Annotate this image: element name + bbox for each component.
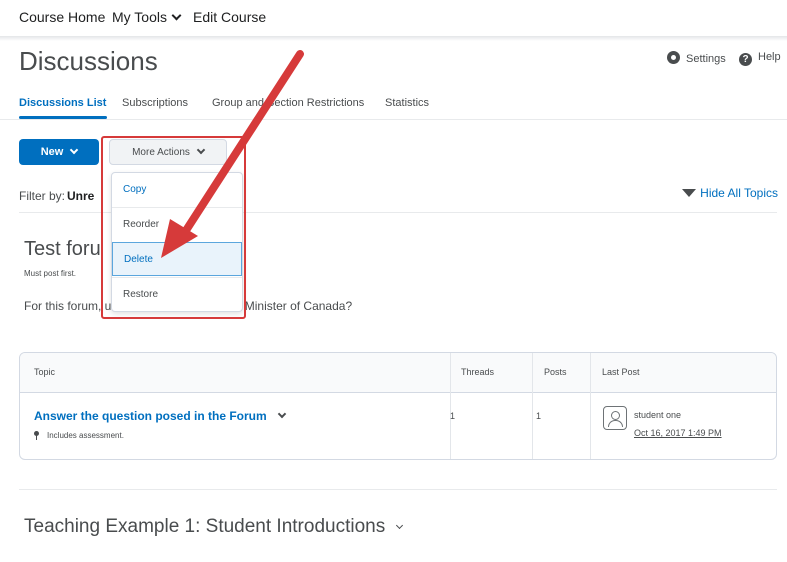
pin-icon bbox=[34, 431, 39, 440]
column-header-posts: Posts bbox=[544, 367, 567, 377]
help-link[interactable]: ? Help bbox=[739, 51, 781, 66]
filter-label: Filter by: bbox=[19, 189, 66, 203]
help-label: Help bbox=[758, 51, 781, 63]
tab-discussions-list[interactable]: Discussions List bbox=[19, 97, 106, 109]
chevron-down-icon[interactable] bbox=[277, 409, 286, 419]
avatar-icon bbox=[603, 406, 627, 430]
tab-subscriptions[interactable]: Subscriptions bbox=[122, 97, 188, 109]
settings-label: Settings bbox=[686, 53, 726, 65]
table-header bbox=[20, 353, 776, 393]
nav-my-tools-label: My Tools bbox=[112, 9, 167, 25]
chevron-down-icon bbox=[171, 10, 182, 21]
forum-title[interactable]: Test foru bbox=[24, 238, 101, 261]
hide-all-topics-label: Hide All Topics bbox=[700, 186, 778, 200]
topic-link[interactable]: Answer the question posed in the Forum bbox=[34, 409, 286, 423]
nav-edit-course[interactable]: Edit Course bbox=[193, 9, 266, 25]
column-header-threads: Threads bbox=[461, 367, 495, 377]
hide-all-topics-link[interactable]: Hide All Topics bbox=[682, 186, 778, 200]
triangle-down-icon bbox=[682, 189, 697, 197]
column-divider bbox=[450, 353, 451, 459]
assessment-note-label: Includes assessment. bbox=[47, 431, 124, 440]
tab-statistics[interactable]: Statistics bbox=[385, 97, 429, 109]
tab-group-section-restrictions[interactable]: Group and Section Restrictions bbox=[212, 97, 364, 109]
second-forum-title[interactable]: Teaching Example 1: Student Introduction… bbox=[24, 516, 404, 538]
forum-subtitle: Must post first. bbox=[24, 269, 77, 278]
nav-my-tools[interactable]: My Tools bbox=[112, 9, 182, 25]
posts-count: 1 bbox=[536, 411, 542, 421]
nav-divider bbox=[0, 36, 787, 41]
section-divider bbox=[19, 489, 777, 490]
gear-icon bbox=[667, 51, 680, 64]
column-divider bbox=[590, 353, 591, 459]
last-post-user: student one bbox=[634, 410, 682, 420]
help-icon: ? bbox=[739, 53, 752, 66]
last-post-date[interactable]: Oct 16, 2017 1:49 PM bbox=[634, 428, 722, 438]
annotation-highlight-box bbox=[101, 136, 246, 319]
topics-table: Topic Threads Posts Last Post Answer the… bbox=[19, 352, 777, 460]
top-nav: Course Home My Tools Edit Course bbox=[0, 0, 787, 36]
page-title: Discussions bbox=[19, 46, 158, 76]
new-button[interactable]: New bbox=[19, 139, 99, 165]
nav-course-home[interactable]: Course Home bbox=[19, 9, 105, 25]
new-button-label: New bbox=[40, 146, 64, 158]
filter-dropdown[interactable]: Unre bbox=[67, 189, 94, 203]
threads-count: 1 bbox=[450, 411, 456, 421]
chevron-down-icon bbox=[70, 145, 79, 155]
chevron-down-icon[interactable] bbox=[396, 521, 404, 530]
topic-title: Answer the question posed in the Forum bbox=[34, 409, 267, 423]
second-forum-label: Teaching Example 1: Student Introduction… bbox=[24, 516, 386, 537]
column-divider bbox=[532, 353, 533, 459]
column-header-last-post: Last Post bbox=[602, 367, 640, 377]
settings-link[interactable]: Settings bbox=[667, 51, 726, 65]
assessment-note: Includes assessment. bbox=[34, 431, 124, 440]
column-header-topic: Topic bbox=[34, 367, 56, 377]
tabs-divider bbox=[0, 119, 787, 120]
